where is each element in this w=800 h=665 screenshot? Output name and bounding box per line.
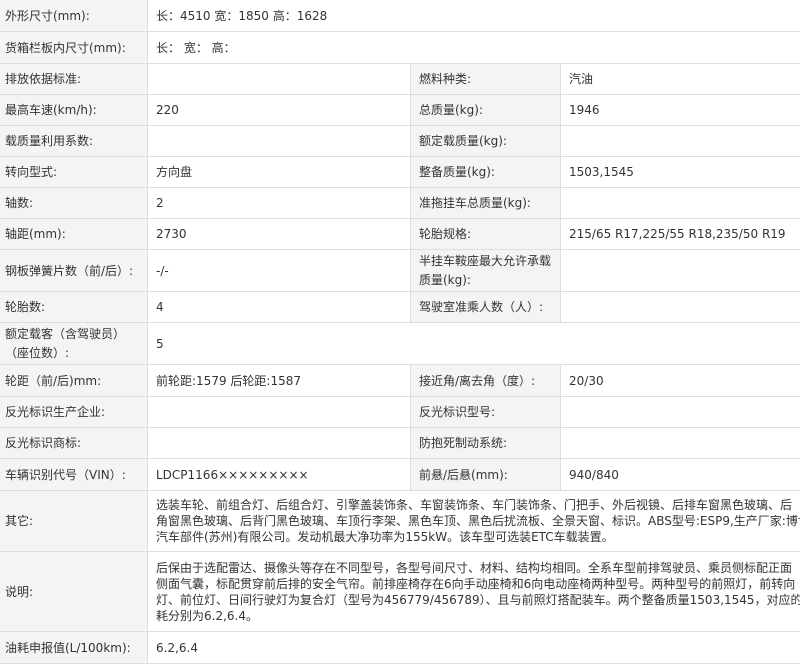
spec-row-notes: 说明: 后保由于选配雷达、摄像头等存在不同型号，各型号间尺寸、材料、结构均相同。…	[0, 551, 800, 632]
spec-value: 方向盘	[147, 156, 411, 188]
spec-label: 排放依据标准:	[0, 63, 148, 95]
text-line: 后保由于选配雷达、摄像头等存在不同型号，各型号间尺寸、材料、结构均相同。全系车型…	[156, 560, 793, 575]
spec-label: 半挂车鞍座最大允许承载质量(kg):	[410, 249, 561, 292]
text-line: 角窗黑色玻璃、后背门黑色玻璃、车顶行李架、黑色车顶、黑色后扰流板、全景天窗、标识…	[156, 514, 800, 528]
spec-label: 燃料种类:	[410, 63, 561, 95]
spec-row-emission-fuel: 排放依据标准: 燃料种类: 汽油	[0, 63, 800, 95]
spec-row-dimensions: 外形尺寸(mm): 长：4510 宽：1850 高：1628	[0, 0, 800, 32]
spec-value: 1946	[559, 94, 800, 126]
spec-label: 轮胎数:	[0, 291, 148, 323]
spec-value	[559, 249, 800, 292]
spec-label: 转向型式:	[0, 156, 148, 188]
spec-label: 反光标识商标:	[0, 427, 148, 459]
spec-value: LDCP1166×××××××××	[147, 458, 411, 491]
spec-label: 轴数:	[0, 187, 148, 219]
spec-value	[147, 427, 411, 459]
spec-row-vin: 车辆识别代号（VIN）: LDCP1166××××××××× 前悬/后悬(mm)…	[0, 458, 800, 491]
spec-value	[559, 427, 800, 459]
spec-value: 汽油	[559, 63, 800, 95]
spec-value: 4	[147, 291, 411, 323]
spec-row-wheelbase-tires: 轴距(mm): 2730 轮胎规格: 215/65 R17,225/55 R18…	[0, 218, 800, 250]
spec-label: 其它:	[0, 490, 148, 552]
spec-label: 外形尺寸(mm):	[0, 0, 148, 32]
spec-label: 钢板弹簧片数（前/后）:	[0, 249, 148, 292]
spec-value: 长：4510 宽：1850 高：1628	[146, 0, 800, 32]
text-line: 灯、前位灯、日间行驶灯为复合灯（型号为456779/456789）、且与前照灯搭…	[156, 592, 800, 607]
spec-label: 载质量利用系数:	[0, 125, 148, 157]
spec-value: 选装车轮、前组合灯、后组合灯、引擎盖装饰条、车窗装饰条、车门装饰条、门把手、外后…	[146, 490, 800, 552]
spec-label: 最高车速(km/h):	[0, 94, 148, 126]
spec-row-load: 载质量利用系数: 额定载质量(kg):	[0, 125, 800, 157]
spec-label: 反光标识生产企业:	[0, 396, 148, 428]
spec-value	[147, 396, 411, 428]
spec-value: 6.2,6.4	[146, 631, 800, 664]
spec-value: 940/840	[559, 458, 800, 491]
spec-value	[147, 125, 411, 157]
spec-value	[559, 187, 800, 219]
text-line: 侧面气囊，标配贯穿前后排的安全气帘。前排座椅存在6向手动座椅和6向电动座椅两种型…	[156, 576, 796, 591]
spec-row-reflective-maker: 反光标识生产企业: 反光标识型号:	[0, 396, 800, 428]
spec-row-tire-count: 轮胎数: 4 驾驶室准乘人数（人）:	[0, 291, 800, 323]
spec-value: 2730	[147, 218, 411, 250]
spec-row-reflective-brand: 反光标识商标: 防抱死制动系统:	[0, 427, 800, 459]
spec-label: 油耗申报值(L/100km):	[0, 631, 148, 664]
spec-value: 5	[146, 322, 800, 365]
spec-row-speed-mass: 最高车速(km/h): 220 总质量(kg): 1946	[0, 94, 800, 126]
spec-label: 车辆识别代号（VIN）:	[0, 458, 148, 491]
spec-label: 轮胎规格:	[410, 218, 561, 250]
spec-value: 1503,1545	[559, 156, 800, 188]
spec-label: 前悬/后悬(mm):	[410, 458, 561, 491]
spec-value: 215/65 R17,225/55 R18,235/50 R19	[559, 218, 800, 250]
spec-label: 轮距（前/后)mm:	[0, 364, 148, 397]
spec-label: 轴距(mm):	[0, 218, 148, 250]
spec-value: 220	[147, 94, 411, 126]
spec-value: 后保由于选配雷达、摄像头等存在不同型号，各型号间尺寸、材料、结构均相同。全系车型…	[146, 551, 800, 632]
spec-label: 反光标识型号:	[410, 396, 561, 428]
spec-value	[147, 63, 411, 95]
spec-label: 额定载质量(kg):	[410, 125, 561, 157]
spec-row-other: 其它: 选装车轮、前组合灯、后组合灯、引擎盖装饰条、车窗装饰条、车门装饰条、门把…	[0, 490, 800, 552]
spec-label: 额定载客（含驾驶员）（座位数）:	[0, 322, 148, 365]
spec-value: 20/30	[559, 364, 800, 397]
spec-row-axles: 轴数: 2 准拖挂车总质量(kg):	[0, 187, 800, 219]
spec-row-track-angles: 轮距（前/后)mm: 前轮距:1579 后轮距:1587 接近角/离去角（度）:…	[0, 364, 800, 397]
spec-row-springs: 钢板弹簧片数（前/后）: -/- 半挂车鞍座最大允许承载质量(kg):	[0, 249, 800, 292]
spec-row-seats: 额定载客（含驾驶员）（座位数）: 5	[0, 322, 800, 365]
vehicle-spec-table: 外形尺寸(mm): 长：4510 宽：1850 高：1628 货箱栏板内尺寸(m…	[0, 0, 800, 664]
spec-value: 2	[147, 187, 411, 219]
spec-label: 货箱栏板内尺寸(mm):	[0, 31, 148, 64]
spec-value	[559, 291, 800, 323]
spec-value: 前轮距:1579 后轮距:1587	[147, 364, 411, 397]
spec-value: 长： 宽： 高：	[146, 31, 800, 64]
text-line: 选装车轮、前组合灯、后组合灯、引擎盖装饰条、车窗装饰条、车门装饰条、门把手、外后…	[156, 498, 793, 512]
text-line: 耗分别为6.2,6.4。	[156, 608, 258, 623]
spec-label: 整备质量(kg):	[410, 156, 561, 188]
spec-label: 说明:	[0, 551, 148, 632]
spec-row-steering-curb: 转向型式: 方向盘 整备质量(kg): 1503,1545	[0, 156, 800, 188]
spec-value	[559, 125, 800, 157]
spec-value: -/-	[147, 249, 411, 292]
spec-row-cargo-box: 货箱栏板内尺寸(mm): 长： 宽： 高：	[0, 31, 800, 64]
text-line: 汽车部件(苏州)有限公司。发动机最大净功率为155kW。该车型可选装ETC车载装…	[156, 530, 614, 544]
spec-value	[559, 396, 800, 428]
spec-label: 驾驶室准乘人数（人）:	[410, 291, 561, 323]
spec-label: 防抱死制动系统:	[410, 427, 561, 459]
spec-row-fuel-consumption: 油耗申报值(L/100km): 6.2,6.4	[0, 631, 800, 664]
spec-label: 接近角/离去角（度）:	[410, 364, 561, 397]
spec-label: 总质量(kg):	[410, 94, 561, 126]
spec-label: 准拖挂车总质量(kg):	[410, 187, 561, 219]
